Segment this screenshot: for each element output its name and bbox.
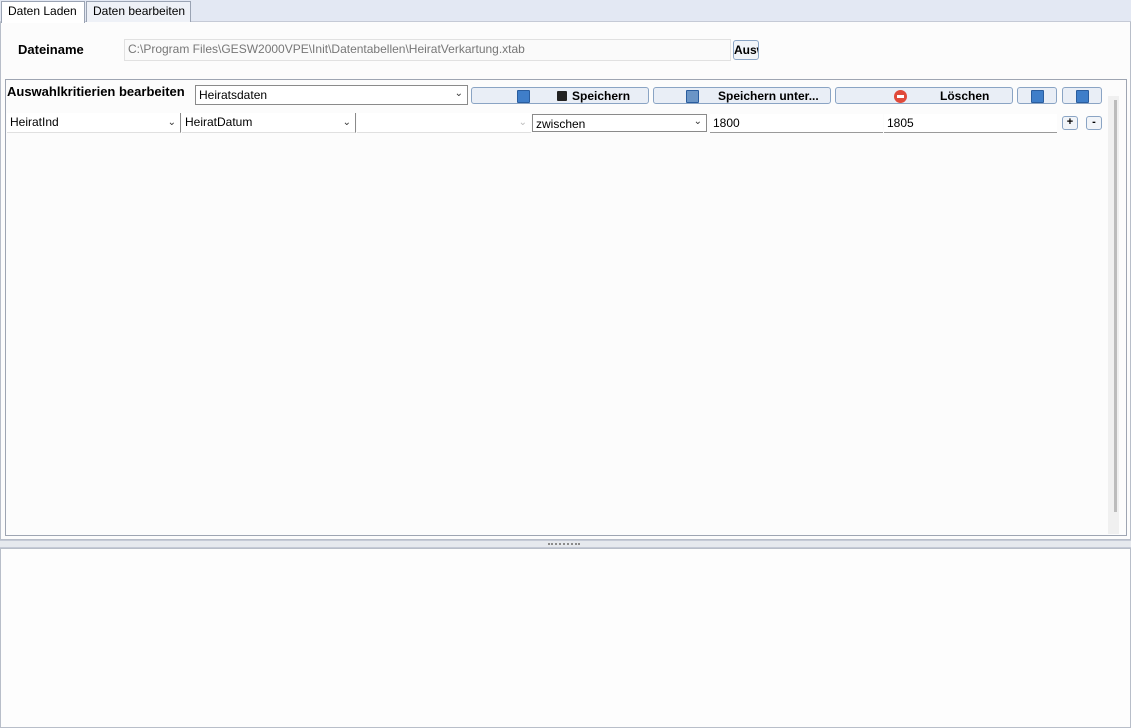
quick-save-as-button[interactable] [1062, 87, 1102, 104]
operator-value: zwischen [536, 117, 586, 131]
field-select[interactable]: HeiratDatum ⌄ [182, 113, 356, 133]
field-value: HeiratDatum [185, 115, 253, 129]
filename-field[interactable]: C:\Program Files\GESW2000VPE\Init\Datent… [124, 39, 731, 61]
floppy-disk-icon [1076, 90, 1089, 103]
floppy-disk-icon [557, 91, 567, 101]
results-panel [0, 548, 1131, 728]
floppy-disk-icon [1031, 90, 1044, 103]
tab-daten-bearbeiten[interactable]: Daten bearbeiten [86, 1, 191, 22]
tab-label: Daten bearbeiten [93, 4, 186, 18]
criteria-title: Auswahlkritierien bearbeiten [7, 84, 185, 99]
delete-button[interactable]: Löschen [835, 87, 1013, 104]
quick-save-button[interactable] [1017, 87, 1057, 104]
chevron-down-icon: ⌄ [342, 117, 351, 128]
save-as-button[interactable]: Speichern unter... [653, 87, 831, 104]
stop-sign-icon [894, 90, 907, 103]
save-label: Speichern [572, 89, 631, 103]
splitter-grip-icon [548, 543, 580, 545]
floppy-disk-icon [517, 90, 530, 103]
preset-value: Heiratsdaten [199, 88, 268, 102]
table-value: HeiratInd [10, 115, 59, 129]
tab-label: Daten Laden [8, 4, 77, 18]
scrollbar-thumb[interactable] [1114, 100, 1117, 512]
value-from-input[interactable]: 1800 [710, 114, 883, 133]
value-to-input[interactable]: 1805 [884, 114, 1057, 133]
remove-row-button[interactable]: - [1086, 116, 1102, 130]
preset-select[interactable]: Heiratsdaten ⌄ [195, 85, 468, 105]
add-row-button[interactable]: + [1062, 116, 1078, 130]
browse-button[interactable]: Ausw [733, 40, 759, 60]
chevron-down-icon: ⌄ [518, 117, 527, 128]
delete-label: Löschen [940, 89, 990, 103]
save-as-label: Speichern unter... [718, 89, 819, 103]
criteria-panel [5, 79, 1127, 536]
chevron-down-icon: ⌄ [167, 117, 176, 128]
chevron-down-icon: ⌄ [454, 88, 463, 99]
chevron-down-icon: ⌄ [693, 116, 702, 127]
operator-select[interactable]: zwischen ⌄ [532, 114, 707, 132]
third-select[interactable]: ⌄ [357, 113, 531, 133]
table-select[interactable]: HeiratInd ⌄ [7, 113, 181, 133]
floppy-disk-edit-icon [686, 90, 699, 103]
tab-daten-laden[interactable]: Daten Laden [1, 1, 85, 23]
filename-label: Dateiname [18, 42, 84, 57]
save-button[interactable]: Speichern [471, 87, 649, 104]
